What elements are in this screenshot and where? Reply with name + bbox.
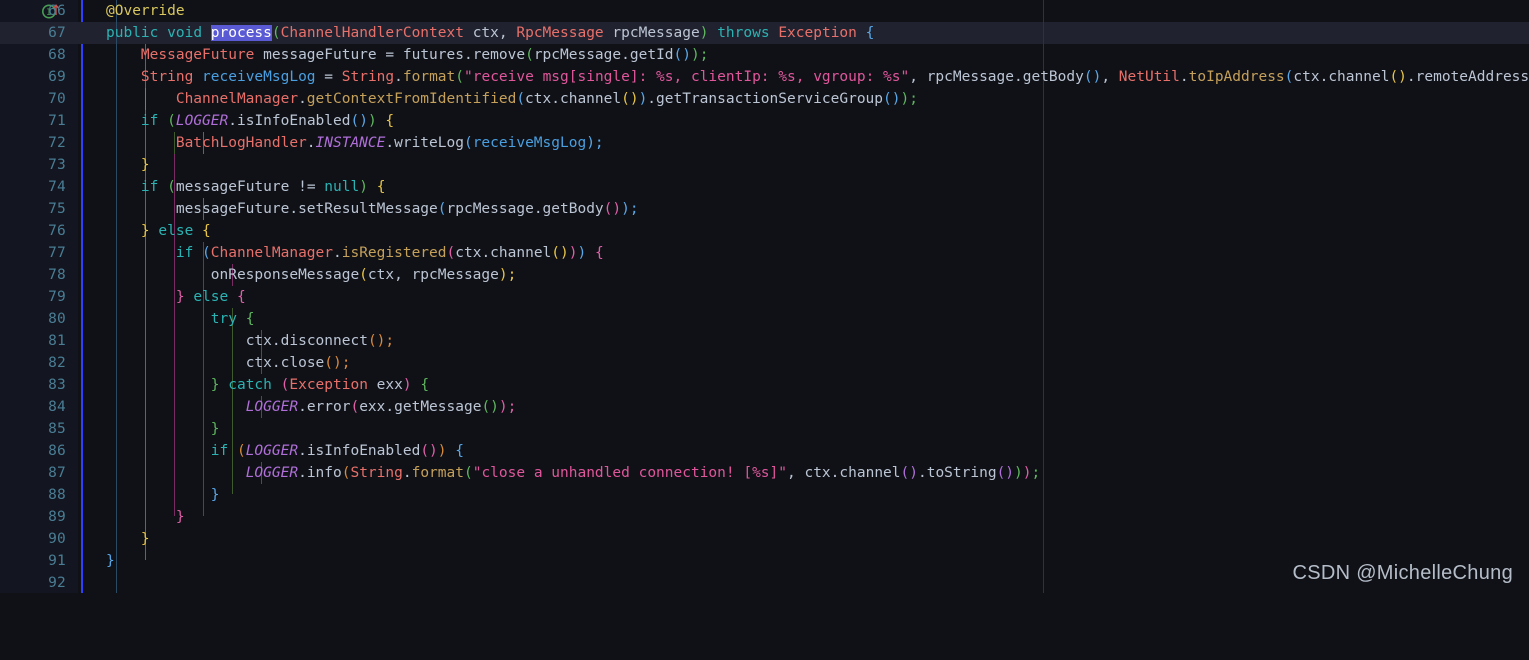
watermark: CSDN @MichelleChung [1292, 562, 1513, 584]
code-row[interactable]: 72 BatchLogHandler.INSTANCE.writeLog(rec… [0, 132, 1529, 154]
code-text[interactable]: } [106, 550, 115, 572]
code-text[interactable]: try { [106, 308, 255, 330]
line-number: 76 [48, 223, 66, 239]
code-text[interactable]: } [106, 154, 150, 176]
code-row[interactable]: 76 } else { [0, 220, 1529, 242]
code-text[interactable]: BatchLogHandler.INSTANCE.writeLog(receiv… [106, 132, 604, 154]
code-text[interactable]: MessageFuture messageFuture = futures.re… [106, 44, 709, 66]
code-text[interactable]: } else { [106, 286, 246, 308]
code-text[interactable]: String receiveMsgLog = String.format("re… [106, 66, 1529, 88]
code-text[interactable]: } [106, 484, 220, 506]
line-number: 85 [48, 421, 66, 437]
line-number: 71 [48, 113, 66, 129]
code-editor[interactable]: I 66 @Override 67 public void process(Ch… [0, 0, 1529, 593]
code-text[interactable]: } [106, 506, 185, 528]
line-number: 88 [48, 487, 66, 503]
code-row[interactable]: 70 ChannelManager.getContextFromIdentifi… [0, 88, 1529, 110]
code-row[interactable]: 85 } [0, 418, 1529, 440]
line-number: 83 [48, 377, 66, 393]
code-row[interactable]: 89 } [0, 506, 1529, 528]
line-number: 70 [48, 91, 66, 107]
code-text[interactable]: ChannelManager.getContextFromIdentified(… [106, 88, 918, 110]
line-number: 82 [48, 355, 66, 371]
code-row[interactable]: 81 ctx.disconnect(); [0, 330, 1529, 352]
line-number: 73 [48, 157, 66, 173]
line-number: 78 [48, 267, 66, 283]
line-number: 75 [48, 201, 66, 217]
line-number: 77 [48, 245, 66, 261]
code-row[interactable]: 87 LOGGER.info(String.format("close a un… [0, 462, 1529, 484]
code-text[interactable]: ctx.disconnect(); [106, 330, 394, 352]
line-number: 92 [48, 575, 66, 591]
line-number: 67 [48, 25, 66, 41]
line-number: 84 [48, 399, 66, 415]
line-number: 89 [48, 509, 66, 525]
code-row[interactable]: 79 } else { [0, 286, 1529, 308]
code-text[interactable]: if (ChannelManager.isRegistered(ctx.chan… [106, 242, 604, 264]
code-row[interactable]: 74 if (messageFuture != null) { [0, 176, 1529, 198]
line-number: 90 [48, 531, 66, 547]
line-number: 81 [48, 333, 66, 349]
code-row[interactable]: 77 if (ChannelManager.isRegistered(ctx.c… [0, 242, 1529, 264]
code-row[interactable]: 86 if (LOGGER.isInfoEnabled()) { [0, 440, 1529, 462]
line-number: 72 [48, 135, 66, 151]
code-text[interactable]: if (LOGGER.isInfoEnabled()) { [106, 440, 464, 462]
line-number: 86 [48, 443, 66, 459]
code-text[interactable]: if (LOGGER.isInfoEnabled()) { [106, 110, 394, 132]
line-number: 69 [48, 69, 66, 85]
selected-token: process [210, 25, 272, 41]
line-number: 87 [48, 465, 66, 481]
code-text[interactable]: LOGGER.info(String.format("close a unhan… [106, 462, 1041, 484]
code-row[interactable]: 69 String receiveMsgLog = String.format(… [0, 66, 1529, 88]
code-row[interactable]: 68 MessageFuture messageFuture = futures… [0, 44, 1529, 66]
line-number: 66 [48, 3, 66, 19]
code-row[interactable]: 80 try { [0, 308, 1529, 330]
code-text[interactable]: onResponseMessage(ctx, rpcMessage); [106, 264, 517, 286]
code-text[interactable]: messageFuture.setResultMessage(rpcMessag… [106, 198, 639, 220]
code-row[interactable]: 75 messageFuture.setResultMessage(rpcMes… [0, 198, 1529, 220]
code-row[interactable]: 82 ctx.close(); [0, 352, 1529, 374]
code-text[interactable]: LOGGER.error(exx.getMessage()); [106, 396, 517, 418]
code-text[interactable]: if (messageFuture != null) { [106, 176, 386, 198]
line-number: 74 [48, 179, 66, 195]
code-text[interactable]: ctx.close(); [106, 352, 351, 374]
code-text[interactable]: } [106, 418, 220, 440]
code-row[interactable]: 66 @Override [0, 0, 1529, 22]
code-row[interactable]: 88 } [0, 484, 1529, 506]
code-row[interactable]: 73 } [0, 154, 1529, 176]
code-text[interactable]: } [106, 528, 150, 550]
code-row[interactable]: 67 public void process(ChannelHandlerCon… [0, 22, 1529, 44]
code-row[interactable]: 84 LOGGER.error(exx.getMessage()); [0, 396, 1529, 418]
line-number: 79 [48, 289, 66, 305]
code-row[interactable]: 78 onResponseMessage(ctx, rpcMessage); [0, 264, 1529, 286]
code-lines-container[interactable]: 66 @Override 67 public void process(Chan… [0, 0, 1529, 594]
code-row[interactable]: 83 } catch (Exception exx) { [0, 374, 1529, 396]
line-number: 68 [48, 47, 66, 63]
line-number: 91 [48, 553, 66, 569]
code-text[interactable]: public void process(ChannelHandlerContex… [106, 22, 874, 44]
code-text[interactable]: } catch (Exception exx) { [106, 374, 429, 396]
line-number: 80 [48, 311, 66, 327]
code-text[interactable]: @Override [106, 0, 185, 22]
code-row[interactable]: 71 if (LOGGER.isInfoEnabled()) { [0, 110, 1529, 132]
code-row[interactable]: 90 } [0, 528, 1529, 550]
code-text[interactable]: } else { [106, 220, 211, 242]
